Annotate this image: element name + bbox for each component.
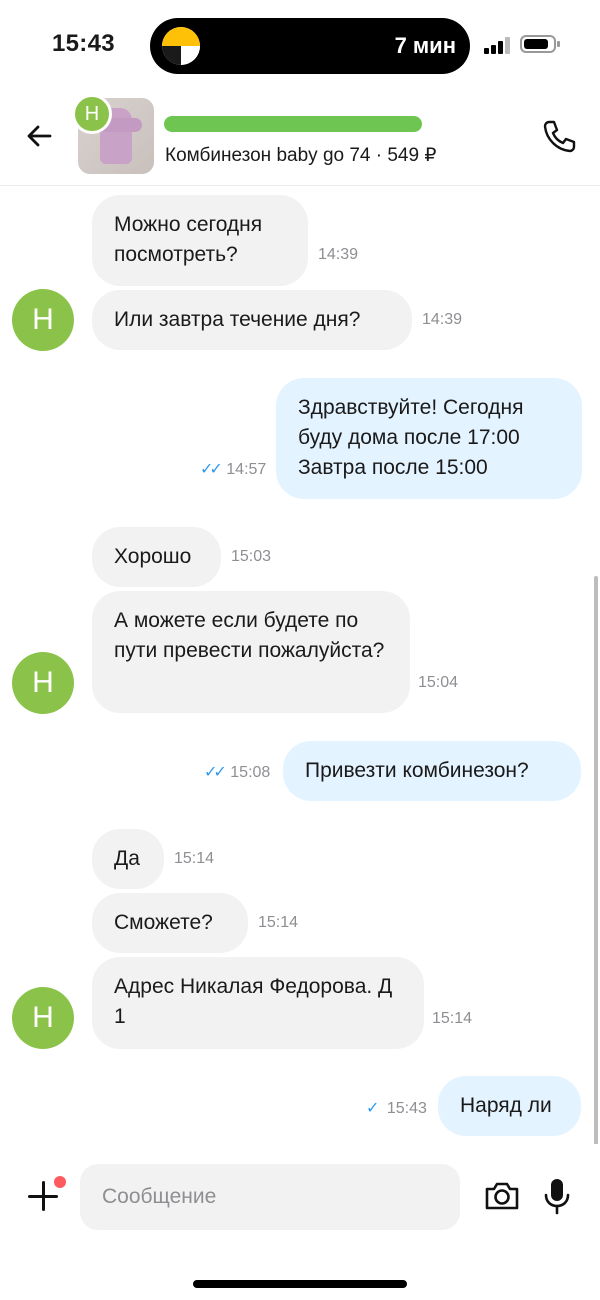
message-time: 14:39 <box>318 246 359 263</box>
incoming-message[interactable]: Или завтра течение дня? <box>92 290 412 350</box>
message-time-status: ✓✓ 15:08 <box>204 764 271 781</box>
message-text: Здравствуйте! Сегодня буду дома после 17… <box>298 396 524 479</box>
message-text: Или завтра течение дня? <box>114 308 361 331</box>
home-indicator[interactable] <box>193 1280 407 1288</box>
message-text: Адрес Никалая Федорова. Д 1 <box>114 975 393 1028</box>
check-icon: ✓ <box>366 1100 380 1117</box>
message-time: 15:14 <box>258 914 299 931</box>
incoming-message[interactable]: А можете если будете по пути превести по… <box>92 591 410 713</box>
message-text: А можете если будете по пути превести по… <box>114 609 385 662</box>
scrollbar[interactable] <box>594 576 598 1144</box>
message-text: Привезти комбинезон? <box>305 759 529 782</box>
dynamic-island[interactable]: 7 мин <box>150 18 470 74</box>
product-title[interactable]: Комбинезон baby go 74 · 549 ₽ <box>165 144 436 167</box>
incoming-message[interactable]: Можно сегодня посмотреть? <box>92 195 308 286</box>
message-time: 15:14 <box>432 1010 473 1027</box>
island-eta: 7 мин <box>394 33 456 58</box>
message-time: 15:14 <box>174 850 215 867</box>
composer-bar <box>0 1144 600 1300</box>
redacted-seller-name <box>164 116 422 132</box>
message-list[interactable]: Можно сегодня посмотреть? 14:39 Или завт… <box>0 186 600 1144</box>
message-input[interactable] <box>80 1164 460 1230</box>
battery-icon <box>520 35 560 53</box>
message-time: 14:39 <box>422 311 463 328</box>
message-text: Наряд ли <box>460 1094 552 1117</box>
microphone-icon[interactable] <box>540 1176 574 1216</box>
message-text: Можно сегодня посмотреть? <box>114 213 263 266</box>
outgoing-message[interactable]: Здравствуйте! Сегодня буду дома после 17… <box>276 378 582 499</box>
outgoing-message[interactable]: Привезти комбинезон? <box>283 741 581 801</box>
message-time-status: ✓✓ 14:57 <box>200 461 267 478</box>
seller-avatar[interactable]: Н <box>72 94 112 134</box>
status-bar: 15:43 7 мин <box>0 0 600 88</box>
outgoing-message[interactable]: Наряд ли <box>438 1076 581 1136</box>
sender-avatar[interactable]: Н <box>12 987 74 1049</box>
message-text: Да <box>114 847 140 870</box>
chat-header: Н Комбинезон baby go 74 · 549 ₽ <box>0 88 600 186</box>
incoming-message[interactable]: Да <box>92 829 164 889</box>
cellular-signal-icon <box>484 36 512 54</box>
attach-plus-icon[interactable] <box>24 1176 68 1220</box>
message-time: 15:04 <box>418 674 459 691</box>
incoming-message[interactable]: Адрес Никалая Федорова. Д 1 <box>92 957 424 1049</box>
double-check-icon: ✓✓ <box>200 461 223 478</box>
app-logo-icon <box>162 27 200 65</box>
sender-avatar[interactable]: Н <box>12 289 74 351</box>
sender-avatar[interactable]: Н <box>12 652 74 714</box>
incoming-message[interactable]: Сможете? <box>92 893 248 953</box>
message-text: Сможете? <box>114 911 213 934</box>
message-text: Хорошо <box>114 545 192 568</box>
phone-icon[interactable] <box>538 116 578 156</box>
message-time: 15:03 <box>231 548 272 565</box>
double-check-icon: ✓✓ <box>204 764 227 781</box>
back-arrow-icon[interactable] <box>20 116 60 156</box>
status-time: 15:43 <box>52 30 115 57</box>
incoming-message[interactable]: Хорошо <box>92 527 221 587</box>
message-time-status: ✓ 15:43 <box>366 1100 427 1117</box>
camera-icon[interactable] <box>482 1176 522 1216</box>
notification-dot <box>54 1176 66 1188</box>
